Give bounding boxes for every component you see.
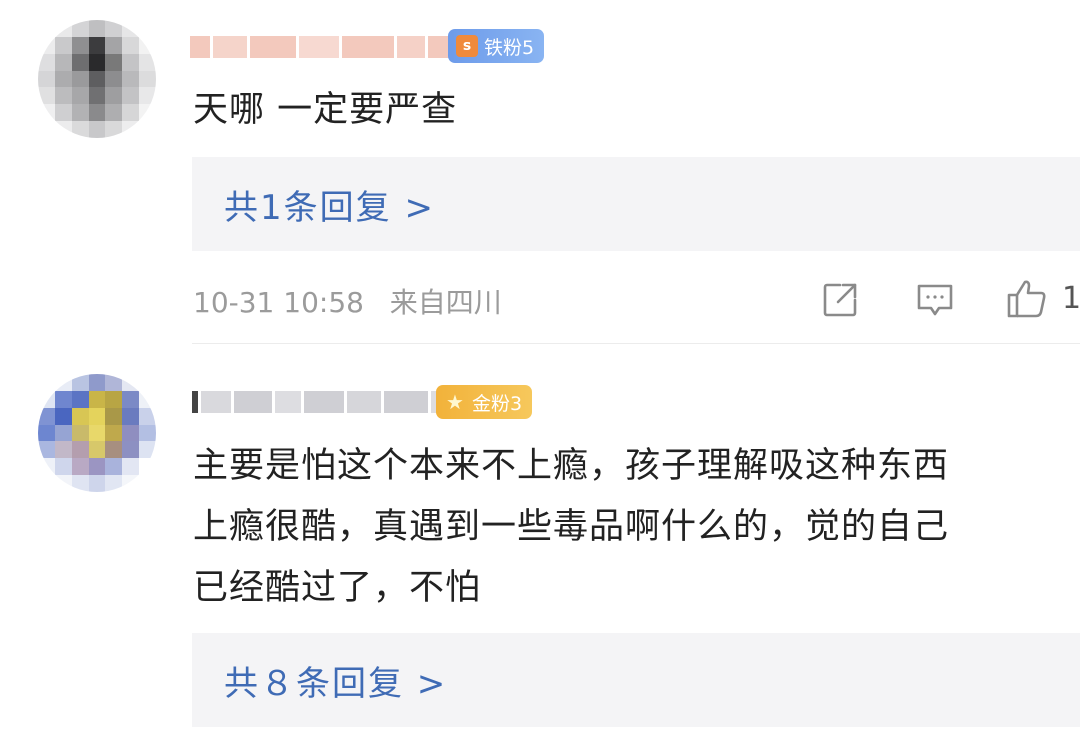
avatar[interactable] (38, 20, 156, 138)
reply-link[interactable]: 共８条回复 > (192, 633, 1080, 727)
fan-badge: ★ 金粉3 (436, 385, 533, 419)
comment-meta: 10-31 10:58 来自四川 (193, 281, 502, 321)
comment-text-line: 主要是怕这个本来不上瘾，孩子理解吸这种东西 (193, 446, 950, 486)
location: 来自四川 (389, 286, 502, 319)
like-icon[interactable] (1005, 278, 1049, 320)
avatar[interactable] (38, 374, 156, 492)
share-icon[interactable] (820, 280, 860, 320)
comment-text-line: 已经酷过了，不怕 (193, 568, 482, 608)
divider (192, 343, 1080, 344)
fan-badge-label: 铁粉5 (484, 36, 535, 59)
comment-text: 天哪 一定要严查 (193, 90, 458, 130)
like-count: 1 (1062, 281, 1080, 316)
comment-text-line: 上瘾很酷，真遇到一些毒品啊什么的，觉的自己 (193, 507, 950, 547)
fan-badge-icon: s (456, 35, 478, 57)
comment-icon[interactable] (914, 280, 956, 320)
username-blurred[interactable] (192, 388, 453, 416)
fan-badge: s 铁粉5 (448, 29, 545, 63)
fan-badge-label: 金粉3 (472, 392, 523, 415)
star-icon: ★ (446, 390, 464, 414)
comment-text: 主要是怕这个本来不上瘾，孩子理解吸这种东西 上瘾很酷，真遇到一些毒品啊什么的，觉… (193, 436, 1080, 619)
timestamp: 10-31 10:58 (193, 286, 364, 319)
reply-link[interactable]: 共1条回复 > (192, 157, 1080, 251)
